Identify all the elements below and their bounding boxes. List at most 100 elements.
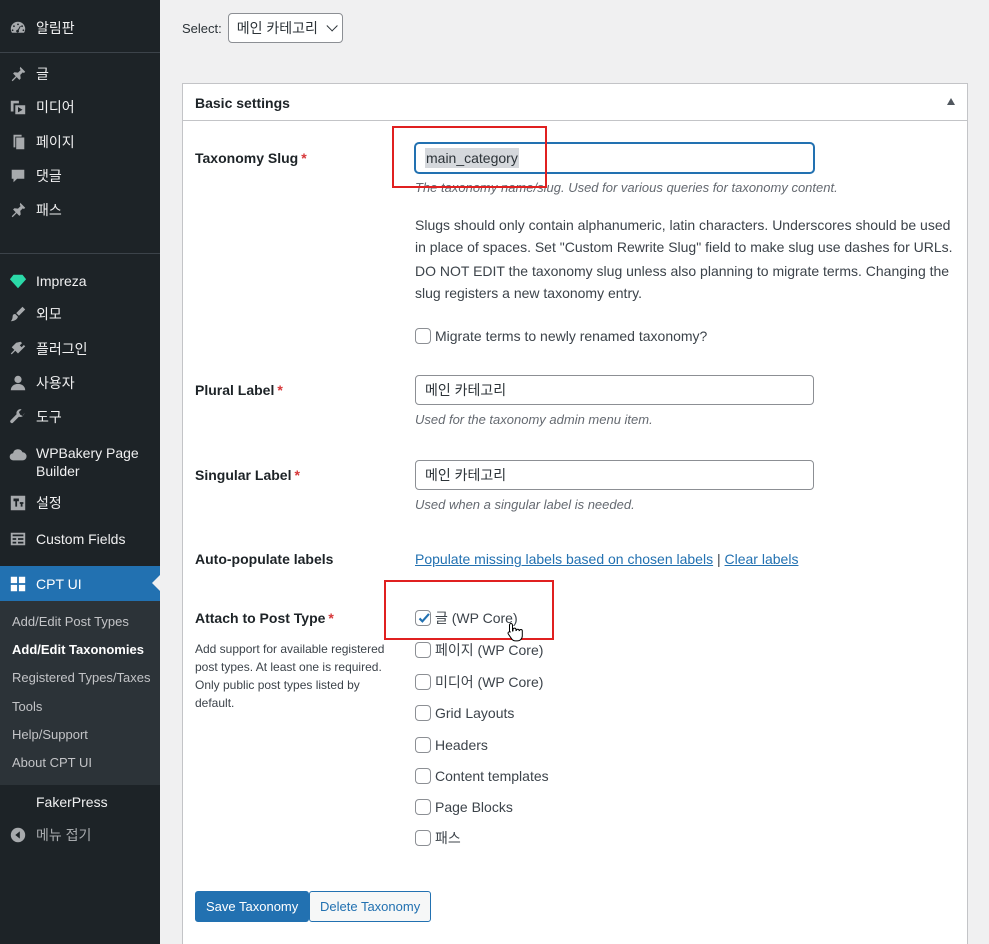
sidebar-item-label: 사용자 [36,375,75,391]
singular-label-label: Singular Label * [195,467,300,483]
checkbox[interactable] [415,328,431,344]
taxonomy-slug-description: The taxonomy name/slug. Used for various… [415,180,838,195]
sidebar-item-pass[interactable]: 패스 [0,193,160,227]
checkbox[interactable] [415,799,431,815]
checkbox[interactable] [415,674,431,690]
basic-settings-panel: Basic settings [182,83,968,944]
checkbox-label: Page Blocks [435,799,513,815]
migrate-terms-checkbox[interactable]: Migrate terms to newly renamed taxonomy? [415,327,707,345]
collapse-arrow-icon[interactable] [947,98,955,105]
checkbox-label: Headers [435,737,488,753]
sidebar-item-label: 글 [36,66,49,82]
checkbox[interactable] [415,705,431,721]
label-text: Plural Label [195,382,275,398]
collapse-icon [8,825,28,845]
taxonomy-select-row: Select: 메인 카테고리 [182,13,343,43]
checkbox-label: Grid Layouts [435,705,515,721]
taxonomy-slug-input[interactable]: main_category [415,143,814,173]
sidebar-item-comments[interactable]: 댓글 [0,159,160,193]
table-icon [8,529,28,549]
post-type-checkbox-media[interactable]: 미디어 (WP Core) [415,673,543,691]
plural-label-description: Used for the taxonomy admin menu item. [415,412,653,427]
required-marker: * [328,610,334,626]
sidebar-item-label: Impreza [36,273,87,289]
sidebar-item-wpbakery[interactable]: WPBakery Page Builder [0,443,160,483]
sidebar-item-fakerpress[interactable]: FakerPress [0,785,160,819]
settings-icon [8,493,28,513]
sidebar-item-label: 패스 [36,202,62,218]
sidebar-item-settings[interactable]: 설정 [0,486,160,520]
sidebar-item-label: 미디어 [36,99,75,115]
sidebar-item-pages[interactable]: 페이지 [0,125,160,159]
submenu-help-support[interactable]: Help/Support [12,726,88,744]
sidebar-item-impreza[interactable]: Impreza [0,264,160,298]
sidebar-item-plugins[interactable]: 플러그인 [0,332,160,366]
post-type-checkbox-content-templates[interactable]: Content templates [415,767,549,785]
attach-post-type-label: Attach to Post Type * [195,610,334,626]
submenu-add-edit-taxonomies[interactable]: Add/Edit Taxonomies [12,641,144,659]
checkbox-label: Migrate terms to newly renamed taxonomy? [435,328,708,344]
sidebar-item-dashboard[interactable]: 알림판 [0,11,160,45]
submenu-about[interactable]: About CPT UI [12,754,92,772]
sidebar-collapse-menu[interactable]: 메뉴 접기 [0,818,160,852]
post-type-checkbox-headers[interactable]: Headers [415,736,488,754]
submenu-registered-types[interactable]: Registered Types/Taxes [12,669,151,687]
admin-sidebar: 알림판 글 미디어 페이지 댓글 패스 Impreza 외모 플러그인 사용자 … [0,0,160,944]
save-taxonomy-button[interactable]: Save Taxonomy [195,891,310,922]
panel-header[interactable]: Basic settings [183,84,967,121]
checkbox[interactable] [415,768,431,784]
checkbox-label: 페이지 (WP Core) [435,642,544,658]
submenu-tools[interactable]: Tools [12,698,42,716]
post-type-checkbox-page-blocks[interactable]: Page Blocks [415,798,513,816]
sidebar-item-posts[interactable]: 글 [0,57,160,91]
sidebar-item-tools[interactable]: 도구 [0,400,160,434]
sidebar-item-label: 플러그인 [36,341,88,357]
slug-note-1: Slugs should only contain alphanumeric, … [415,217,953,255]
post-type-checkbox-post[interactable]: 글 (WP Core) [415,609,518,627]
input-value: 메인 카테고리 [425,467,507,483]
diamond-icon [8,271,28,291]
label-text: Attach to Post Type [195,610,326,626]
required-marker: * [301,150,307,166]
link-separator: | [716,551,721,567]
required-marker: * [294,467,300,483]
sidebar-item-label: FakerPress [36,794,108,810]
select-label: Select: [182,20,222,36]
taxonomy-select[interactable]: 메인 카테고리 [227,13,343,43]
populate-labels-link[interactable]: Populate missing labels based on chosen … [415,551,713,567]
post-type-checkbox-page[interactable]: 페이지 (WP Core) [415,641,543,659]
auto-populate-links: Populate missing labels based on chosen … [415,551,798,567]
label-text: Taxonomy Slug [195,150,299,166]
menu-separator [0,52,160,53]
hand-cursor-icon [507,622,523,642]
wrench-icon [8,407,28,427]
checkbox[interactable] [415,642,431,658]
checkbox-label: 패스 [435,830,461,846]
checkbox-checked[interactable] [415,610,431,626]
checkbox[interactable] [415,737,431,753]
sidebar-item-users[interactable]: 사용자 [0,366,160,400]
panel-title: Basic settings [195,95,290,111]
clear-labels-link[interactable]: Clear labels [725,551,799,567]
menu-separator [0,253,160,254]
plural-label-input[interactable]: 메인 카테고리 [415,375,814,405]
sidebar-item-media[interactable]: 미디어 [0,90,160,124]
cpt-ui-submenu: Add/Edit Post Types Add/Edit Taxonomies … [0,601,160,785]
sidebar-item-custom-fields[interactable]: Custom Fields [0,522,160,556]
pin-icon [8,64,28,84]
submenu-add-edit-post-types[interactable]: Add/Edit Post Types [12,613,129,631]
checkbox[interactable] [415,830,431,846]
grid-icon [8,574,28,594]
singular-label-input[interactable]: 메인 카테고리 [415,460,814,490]
post-type-checkbox-pass[interactable]: 패스 [415,829,461,847]
checkbox-label: 미디어 (WP Core) [435,674,544,690]
sidebar-item-cpt-ui[interactable]: CPT UI [0,566,160,601]
select-value: 메인 카테고리 [236,20,318,36]
auto-populate-label: Auto-populate labels [195,551,334,567]
brush-icon [8,304,28,324]
sidebar-item-appearance[interactable]: 외모 [0,297,160,331]
comment-icon [8,166,28,186]
post-type-checkbox-grid-layouts[interactable]: Grid Layouts [415,704,514,722]
delete-taxonomy-button[interactable]: Delete Taxonomy [309,891,432,922]
sidebar-item-label: 외모 [36,306,62,322]
